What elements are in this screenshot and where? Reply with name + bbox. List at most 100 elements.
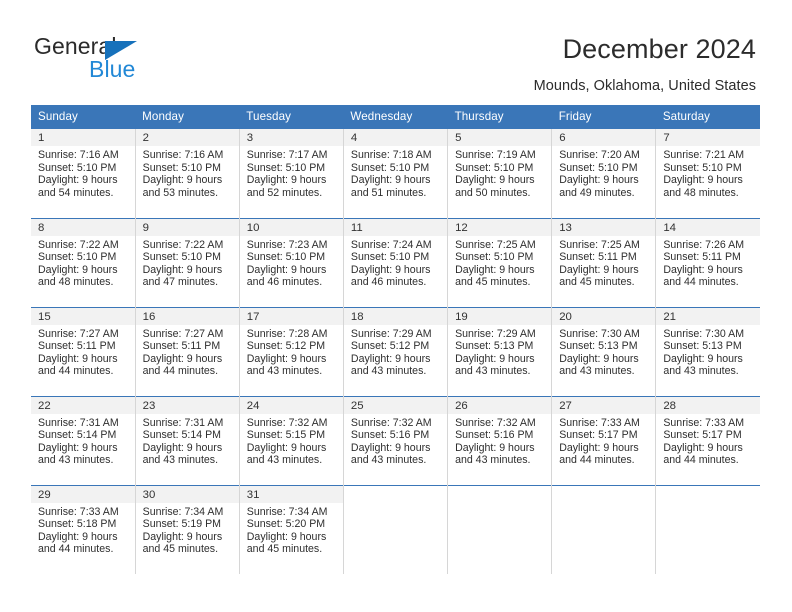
day-sun-info: Sunrise: 7:25 AM Sunset: 5:10 PM Daylight:… xyxy=(448,236,551,289)
daylight-text-line1: Daylight: 9 hours xyxy=(350,441,431,454)
daylight-text-line1: Daylight: 9 hours xyxy=(38,174,118,187)
daylight-text-line2: and 51 minutes. xyxy=(350,186,427,199)
daylight-text-line2: and 49 minutes. xyxy=(559,186,635,199)
sunset-text: Sunset: 5:10 PM xyxy=(350,161,430,174)
day-number: 18 xyxy=(343,307,448,325)
day-sun-info: Sunrise: 7:34 AM Sunset: 5:20 PM Daylight:… xyxy=(240,503,343,556)
day-sun-info: Sunrise: 7:17 AM Sunset: 5:10 PM Daylight:… xyxy=(240,146,343,199)
daylight-text-line2: and 43 minutes. xyxy=(350,365,427,378)
day-sun-info: Sunrise: 7:16 AM Sunset: 5:10 PM Daylight:… xyxy=(136,146,239,199)
day-number xyxy=(448,486,551,503)
calendar-day-cell[interactable]: 25 Sunrise: 7:32 AM Sunset: 5:16 PM Dayligh… xyxy=(343,395,449,485)
sunset-text: Sunset: 5:10 PM xyxy=(142,161,221,174)
calendar-day-cell[interactable]: 20 Sunrise: 7:30 AM Sunset: 5:13 PM Dayligh… xyxy=(551,306,657,396)
calendar-day-cell[interactable]: 15 Sunrise: 7:27 AM Sunset: 5:11 PM Dayligh… xyxy=(31,306,136,396)
calendar-day-cell[interactable]: 12 Sunrise: 7:25 AM Sunset: 5:10 PM Dayligh… xyxy=(447,217,553,307)
daylight-text-line1: Daylight: 9 hours xyxy=(142,174,223,187)
calendar-day-cell[interactable]: 8 Sunrise: 7:22 AM Sunset: 5:10 PM Daylight… xyxy=(31,217,136,307)
calendar-day-cell[interactable]: 9 Sunrise: 7:22 AM Sunset: 5:10 PM Daylight… xyxy=(135,217,240,307)
daylight-text-line1: Daylight: 9 hours xyxy=(246,530,327,543)
calendar-day-cell[interactable]: 10 Sunrise: 7:23 AM Sunset: 5:10 PM Dayligh… xyxy=(239,217,344,307)
calendar-day-cell[interactable]: 26 Sunrise: 7:32 AM Sunset: 5:16 PM Dayligh… xyxy=(447,395,553,485)
calendar-day-cell[interactable]: 5 Sunrise: 7:19 AM Sunset: 5:10 PM Daylight… xyxy=(447,129,553,218)
sunrise-text: Sunrise: 7:31 AM xyxy=(142,416,224,429)
daylight-text-line2: and 43 minutes. xyxy=(559,365,635,378)
calendar-day-cell-empty xyxy=(655,484,760,574)
calendar-day-cell-empty xyxy=(447,484,553,574)
sunrise-text: Sunrise: 7:31 AM xyxy=(38,416,119,429)
sunrise-text: Sunrise: 7:33 AM xyxy=(559,416,640,429)
day-number: 14 xyxy=(656,218,760,236)
calendar-day-cell[interactable]: 17 Sunrise: 7:28 AM Sunset: 5:12 PM Dayligh… xyxy=(239,306,344,396)
sunrise-text: Sunrise: 7:25 AM xyxy=(455,238,536,251)
calendar-day-cell[interactable]: 28 Sunrise: 7:33 AM Sunset: 5:17 PM Dayligh… xyxy=(655,395,760,485)
day-sun-info: Sunrise: 7:25 AM Sunset: 5:11 PM Daylight:… xyxy=(552,236,655,289)
sunrise-text: Sunrise: 7:30 AM xyxy=(559,327,640,340)
day-sun-info: Sunrise: 7:32 AM Sunset: 5:16 PM Daylight:… xyxy=(448,414,551,467)
daylight-text-line2: and 44 minutes. xyxy=(663,276,739,289)
calendar-day-cell[interactable]: 1 Sunrise: 7:16 AM Sunset: 5:10 PM Daylight… xyxy=(31,129,136,218)
day-sun-info: Sunrise: 7:24 AM Sunset: 5:10 PM Daylight:… xyxy=(344,236,447,289)
page-subtitle: Mounds, Oklahoma, United States xyxy=(533,78,756,94)
day-number: 10 xyxy=(239,218,343,236)
calendar-day-cell[interactable]: 7 Sunrise: 7:21 AM Sunset: 5:10 PM Daylight… xyxy=(656,129,760,218)
daylight-text-line1: Daylight: 9 hours xyxy=(663,352,743,365)
day-number: 3 xyxy=(239,129,343,146)
calendar-day-cell[interactable]: 4 Sunrise: 7:18 AM Sunset: 5:10 PM Daylight… xyxy=(343,129,449,218)
day-number: 28 xyxy=(656,396,760,414)
day-number xyxy=(552,486,655,503)
sunset-text: Sunset: 5:10 PM xyxy=(142,251,221,264)
weekday-header-tuesday: Tuesday xyxy=(239,105,344,129)
sunrise-text: Sunrise: 7:33 AM xyxy=(663,416,745,429)
calendar-week-row: 29 Sunrise: 7:33 AM Sunset: 5:18 PM Dayligh… xyxy=(31,484,760,574)
sunset-text: Sunset: 5:18 PM xyxy=(38,518,117,531)
calendar-day-cell[interactable]: 6 Sunrise: 7:20 AM Sunset: 5:10 PM Daylight… xyxy=(551,129,657,218)
sunset-text: Sunset: 5:10 PM xyxy=(455,251,534,264)
day-number: 20 xyxy=(552,307,656,325)
calendar-day-cell[interactable]: 23 Sunrise: 7:31 AM Sunset: 5:14 PM Dayligh… xyxy=(135,395,240,485)
page-header: General Blue December 2024 Mounds, Oklah… xyxy=(0,0,792,100)
daylight-text-line2: and 50 minutes. xyxy=(455,186,531,199)
day-sun-info: Sunrise: 7:28 AM Sunset: 5:12 PM Daylight:… xyxy=(240,325,343,378)
sunrise-text: Sunrise: 7:20 AM xyxy=(559,149,640,161)
sunset-text: Sunset: 5:10 PM xyxy=(455,161,534,174)
sunrise-text: Sunrise: 7:19 AM xyxy=(455,149,536,161)
calendar-day-cell[interactable]: 24 Sunrise: 7:32 AM Sunset: 5:15 PM Dayligh… xyxy=(239,395,344,485)
sunrise-text: Sunrise: 7:32 AM xyxy=(455,416,536,429)
day-number xyxy=(344,486,447,503)
calendar-day-cell[interactable]: 21 Sunrise: 7:30 AM Sunset: 5:13 PM Dayligh… xyxy=(655,306,760,396)
day-sun-info: Sunrise: 7:29 AM Sunset: 5:12 PM Daylight:… xyxy=(344,325,447,378)
calendar-day-cell[interactable]: 19 Sunrise: 7:29 AM Sunset: 5:13 PM Dayligh… xyxy=(447,306,553,396)
calendar-week-row: 15 Sunrise: 7:27 AM Sunset: 5:11 PM Dayligh… xyxy=(31,306,760,396)
calendar-day-cell[interactable]: 22 Sunrise: 7:31 AM Sunset: 5:14 PM Dayligh… xyxy=(31,395,136,485)
sunset-text: Sunset: 5:13 PM xyxy=(663,340,742,353)
day-sun-info: Sunrise: 7:33 AM Sunset: 5:17 PM Daylight:… xyxy=(552,414,655,467)
calendar-day-cell[interactable]: 31 Sunrise: 7:34 AM Sunset: 5:20 PM Dayligh… xyxy=(239,484,344,574)
calendar-day-cell[interactable]: 27 Sunrise: 7:33 AM Sunset: 5:17 PM Dayligh… xyxy=(551,395,657,485)
daylight-text-line1: Daylight: 9 hours xyxy=(559,352,639,365)
calendar-day-cell[interactable]: 16 Sunrise: 7:27 AM Sunset: 5:11 PM Dayligh… xyxy=(135,306,240,396)
day-number: 23 xyxy=(135,396,239,414)
sunrise-text: Sunrise: 7:29 AM xyxy=(455,327,536,340)
calendar-page: General Blue December 2024 Mounds, Oklah… xyxy=(0,0,792,612)
calendar-day-cell[interactable]: 14 Sunrise: 7:26 AM Sunset: 5:11 PM Dayligh… xyxy=(655,217,760,307)
daylight-text-line1: Daylight: 9 hours xyxy=(663,174,743,187)
general-blue-logo[interactable]: General Blue xyxy=(34,33,234,89)
sunrise-text: Sunrise: 7:25 AM xyxy=(559,238,640,251)
daylight-text-line1: Daylight: 9 hours xyxy=(142,530,223,543)
calendar-day-cell[interactable]: 18 Sunrise: 7:29 AM Sunset: 5:12 PM Dayligh… xyxy=(343,306,449,396)
calendar-day-cell[interactable]: 3 Sunrise: 7:17 AM Sunset: 5:10 PM Daylight… xyxy=(239,129,344,218)
calendar-day-cell[interactable]: 2 Sunrise: 7:16 AM Sunset: 5:10 PM Daylight… xyxy=(135,129,240,218)
calendar-day-cell[interactable]: 29 Sunrise: 7:33 AM Sunset: 5:18 PM Dayligh… xyxy=(31,484,136,574)
day-number: 21 xyxy=(656,307,760,325)
day-sun-info: Sunrise: 7:22 AM Sunset: 5:10 PM Daylight:… xyxy=(31,236,135,289)
sunset-text: Sunset: 5:15 PM xyxy=(246,429,326,442)
calendar-day-cell[interactable]: 13 Sunrise: 7:25 AM Sunset: 5:11 PM Dayligh… xyxy=(551,217,657,307)
daylight-text-line2: and 44 minutes. xyxy=(38,365,114,378)
calendar-body: 1 Sunrise: 7:16 AM Sunset: 5:10 PM Daylight… xyxy=(31,129,760,574)
sunrise-text: Sunrise: 7:27 AM xyxy=(142,327,224,340)
calendar-day-cell[interactable]: 30 Sunrise: 7:34 AM Sunset: 5:19 PM Dayligh… xyxy=(135,484,240,574)
calendar-day-cell[interactable]: 11 Sunrise: 7:24 AM Sunset: 5:10 PM Dayligh… xyxy=(343,217,449,307)
day-sun-info: Sunrise: 7:33 AM Sunset: 5:18 PM Daylight:… xyxy=(31,503,135,556)
day-number: 2 xyxy=(135,129,239,146)
